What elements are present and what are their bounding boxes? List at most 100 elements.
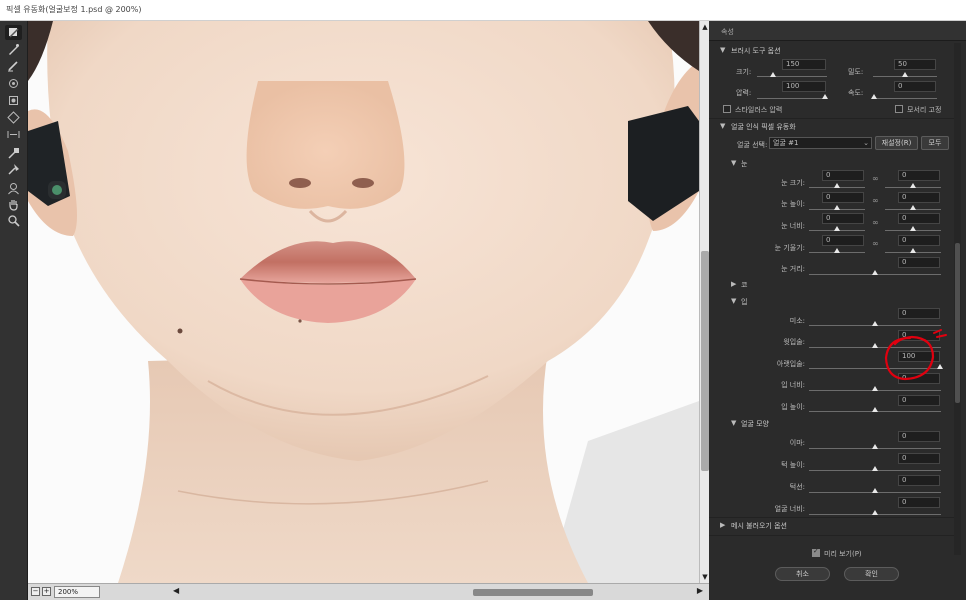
image-canvas[interactable] <box>28 21 699 583</box>
pucker-tool-icon[interactable] <box>5 93 22 108</box>
eye-height-left-knob[interactable] <box>834 205 840 210</box>
push-left-tool-icon[interactable] <box>5 127 22 142</box>
upper-lip-input[interactable]: 0 <box>898 330 940 341</box>
face-shape-title[interactable]: 얼굴 모양 <box>741 419 769 429</box>
brush-pressure-knob[interactable] <box>822 94 828 99</box>
eye-distance-knob[interactable] <box>872 270 878 275</box>
eye-width-right-knob[interactable] <box>910 226 916 231</box>
forward-warp-tool-icon[interactable] <box>5 25 22 40</box>
chin-height-input[interactable]: 0 <box>898 453 940 464</box>
mesh-options-expand-icon[interactable]: ▶ <box>720 521 725 529</box>
select-face-dropdown[interactable]: 얼굴 #1 ⌄ <box>769 137 872 149</box>
link-icon[interactable]: ∞ <box>872 218 879 228</box>
zoom-tool-icon[interactable] <box>5 213 22 228</box>
thaw-mask-tool-icon[interactable] <box>5 162 22 177</box>
cancel-button[interactable]: 취소 <box>775 567 830 581</box>
face-aware-expand-icon[interactable]: ▼ <box>720 122 725 130</box>
mouth-width-input[interactable]: 0 <box>898 373 940 384</box>
eye-tilt-left-knob[interactable] <box>834 248 840 253</box>
brush-pressure-input[interactable]: 100 <box>782 81 826 92</box>
horizontal-scroll-thumb[interactable] <box>473 589 593 596</box>
eye-width-left-knob[interactable] <box>834 226 840 231</box>
jawline-knob[interactable] <box>872 488 878 493</box>
chin-height-knob[interactable] <box>872 466 878 471</box>
mesh-options-title[interactable]: 메시 불러오기 옵션 <box>731 521 787 531</box>
lower-lip-input[interactable]: 100 <box>898 351 940 362</box>
eye-height-left-input[interactable]: 0 <box>822 192 864 203</box>
reset-button[interactable]: 재설정(R) <box>875 136 918 150</box>
preview-checkbox[interactable] <box>812 547 820 557</box>
hand-tool-icon[interactable] <box>5 197 22 212</box>
mouth-height-knob[interactable] <box>872 407 878 412</box>
brush-size-slider[interactable] <box>757 76 827 77</box>
scroll-down-icon[interactable]: ▼ <box>701 573 709 581</box>
eye-width-left-input[interactable]: 0 <box>822 213 864 224</box>
reconstruct-tool-icon[interactable] <box>5 42 22 57</box>
brush-size-knob[interactable] <box>770 72 776 77</box>
lower-lip-slider[interactable] <box>809 368 941 369</box>
mouth-width-knob[interactable] <box>872 386 878 391</box>
scroll-right-icon[interactable]: ▶ <box>697 586 703 595</box>
panel-scroll-thumb[interactable] <box>955 243 960 403</box>
brush-rate-slider[interactable] <box>873 98 937 99</box>
brush-density-knob[interactable] <box>902 72 908 77</box>
mouth-height-input[interactable]: 0 <box>898 395 940 406</box>
ok-button[interactable]: 확인 <box>844 567 899 581</box>
brush-options-title[interactable]: 브러시 도구 옵션 <box>731 46 781 56</box>
canvas-horizontal-scrollbar[interactable]: ◀ ▶ <box>173 586 703 597</box>
eye-tilt-left-input[interactable]: 0 <box>822 235 864 246</box>
mouth-expand-icon[interactable]: ▼ <box>731 297 736 305</box>
mouth-title[interactable]: 입 <box>741 297 747 307</box>
stylus-pressure-checkbox[interactable] <box>723 105 731 113</box>
brush-rate-input[interactable]: 0 <box>894 81 936 92</box>
twirl-tool-icon[interactable] <box>5 76 22 91</box>
lower-lip-knob[interactable] <box>937 364 943 369</box>
brush-size-input[interactable]: 150 <box>782 59 826 70</box>
eye-distance-input[interactable]: 0 <box>898 257 940 268</box>
nose-expand-icon[interactable]: ▶ <box>731 280 736 288</box>
eye-size-left-input[interactable]: 0 <box>822 170 864 181</box>
zoom-in-icon[interactable]: + <box>42 587 51 596</box>
jawline-input[interactable]: 0 <box>898 475 940 486</box>
eye-width-right-input[interactable]: 0 <box>898 213 940 224</box>
zoom-level-select[interactable]: 200% <box>54 586 100 598</box>
face-tool-icon[interactable] <box>5 181 22 196</box>
eye-size-right-input[interactable]: 0 <box>898 170 940 181</box>
brush-rate-knob[interactable] <box>871 94 877 99</box>
zoom-out-icon[interactable]: − <box>31 587 40 596</box>
eyes-title[interactable]: 눈 <box>741 159 747 169</box>
brush-density-input[interactable]: 50 <box>894 59 936 70</box>
forehead-knob[interactable] <box>872 444 878 449</box>
eyes-expand-icon[interactable]: ▼ <box>731 159 736 167</box>
eye-tilt-right-input[interactable]: 0 <box>898 235 940 246</box>
freeze-mask-tool-icon[interactable] <box>5 146 22 161</box>
eye-size-right-knob[interactable] <box>910 183 916 188</box>
smooth-tool-icon[interactable] <box>5 58 22 73</box>
link-icon[interactable]: ∞ <box>872 239 879 249</box>
forehead-input[interactable]: 0 <box>898 431 940 442</box>
pin-edges-checkbox[interactable] <box>895 105 903 113</box>
brush-options-expand-icon[interactable]: ▼ <box>720 46 725 54</box>
face-width-input[interactable]: 0 <box>898 497 940 508</box>
scroll-left-icon[interactable]: ◀ <box>173 586 179 595</box>
canvas-vertical-scrollbar[interactable]: ▲ ▼ <box>699 21 709 583</box>
smile-input[interactable]: 0 <box>898 308 940 319</box>
nose-title[interactable]: 코 <box>741 280 747 290</box>
eye-height-right-input[interactable]: 0 <box>898 192 940 203</box>
bloat-tool-icon[interactable] <box>5 110 22 125</box>
scroll-up-icon[interactable]: ▲ <box>701 23 709 31</box>
face-aware-title[interactable]: 얼굴 인식 픽셀 유동화 <box>731 122 796 132</box>
all-button[interactable]: 모두 <box>921 136 949 150</box>
panel-scrollbar[interactable] <box>954 43 961 555</box>
smile-knob[interactable] <box>872 321 878 326</box>
eye-height-right-knob[interactable] <box>910 205 916 210</box>
eye-tilt-right-knob[interactable] <box>910 248 916 253</box>
face-shape-expand-icon[interactable]: ▼ <box>731 419 736 427</box>
eye-size-left-knob[interactable] <box>834 183 840 188</box>
link-icon[interactable]: ∞ <box>872 174 879 184</box>
face-width-knob[interactable] <box>872 510 878 515</box>
brush-pressure-slider[interactable] <box>757 98 827 99</box>
link-icon[interactable]: ∞ <box>872 196 879 206</box>
upper-lip-knob[interactable] <box>872 343 878 348</box>
vertical-scroll-thumb[interactable] <box>701 251 709 471</box>
